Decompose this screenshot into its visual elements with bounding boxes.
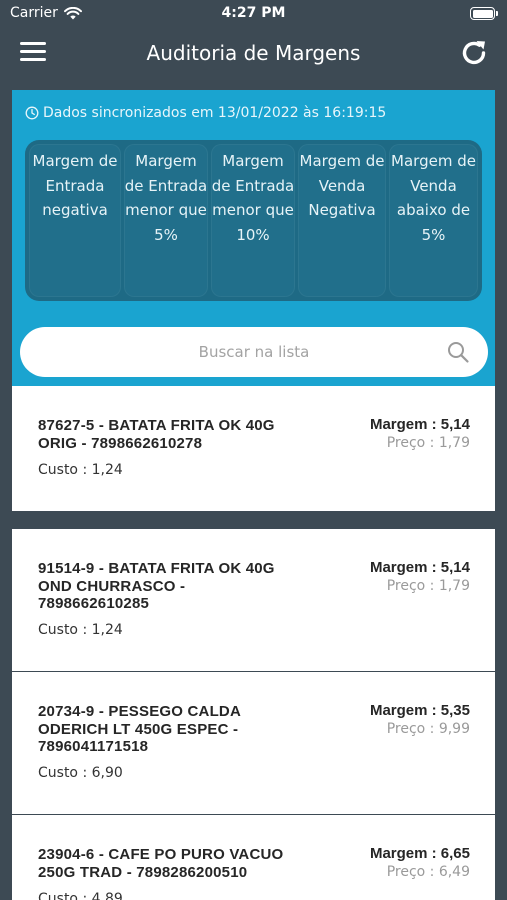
item-margin: Margem : 5,14 <box>369 559 470 576</box>
battery-icon <box>470 7 498 20</box>
page-title: Auditoria de Margens <box>146 41 361 65</box>
item-margin: Margem : 6,65 <box>369 845 470 862</box>
filter-venda-negativa[interactable]: Margem de Venda Negativa <box>298 144 386 297</box>
item-cost: Custo : 4,89 <box>38 891 123 900</box>
list-item[interactable]: 91514-9 - BATATA FRITA OK 40G OND CHURRA… <box>12 529 495 671</box>
sync-text: Dados sincronizados em 13/01/2022 às 16:… <box>43 105 387 121</box>
filter-entrada-negativa[interactable]: Margem de Entrada negativa <box>29 144 121 297</box>
product-list: 87627-5 - BATATA FRITA OK 40G ORIG - 789… <box>12 386 495 900</box>
search-box <box>20 327 488 377</box>
item-name: 91514-9 - BATATA FRITA OK 40G OND CHURRA… <box>38 560 275 612</box>
item-price: Preço : 1,79 <box>386 435 470 451</box>
filter-entrada-menor-10[interactable]: Margem de Entrada menor que 10% <box>211 144 295 297</box>
item-cost: Custo : 1,24 <box>38 622 123 638</box>
item-name: 20734-9 - PESSEGO CALDA ODERICH LT 450G … <box>38 703 241 755</box>
item-name: 87627-5 - BATATA FRITA OK 40G ORIG - 789… <box>38 417 275 452</box>
search-input[interactable] <box>20 327 488 377</box>
refresh-icon[interactable] <box>459 38 489 68</box>
item-price: Preço : 6,49 <box>386 864 470 880</box>
filter-header-panel: Dados sincronizados em 13/01/2022 às 16:… <box>12 90 495 386</box>
filter-entrada-menor-5[interactable]: Margem de Entrada menor que 5% <box>124 144 208 297</box>
list-item[interactable]: 20734-9 - PESSEGO CALDA ODERICH LT 450G … <box>12 672 495 814</box>
item-price: Preço : 9,99 <box>386 721 470 737</box>
status-time: 4:27 PM <box>221 5 286 21</box>
item-cost: Custo : 1,24 <box>38 462 123 478</box>
nav-bar: Auditoria de Margens <box>0 28 507 80</box>
status-bar: Carrier 4:27 PM <box>0 0 507 28</box>
sync-status: Dados sincronizados em 13/01/2022 às 16:… <box>25 105 386 121</box>
list-item[interactable]: 87627-5 - BATATA FRITA OK 40G ORIG - 789… <box>12 386 495 511</box>
item-margin: Margem : 5,14 <box>369 416 470 433</box>
item-price: Preço : 1,79 <box>386 578 470 594</box>
filter-group: Margem de Entrada negativa Margem de Ent… <box>25 140 482 301</box>
filter-venda-abaixo-5[interactable]: Margem de Venda abaixo de 5% <box>389 144 478 297</box>
list-item[interactable]: 23904-6 - CAFE PO PURO VACUO 250G TRAD -… <box>12 815 495 900</box>
search-icon[interactable] <box>446 340 470 364</box>
item-name: 23904-6 - CAFE PO PURO VACUO 250G TRAD -… <box>38 846 284 881</box>
item-cost: Custo : 6,90 <box>38 765 123 781</box>
item-margin: Margem : 5,35 <box>369 702 470 719</box>
clock-icon <box>25 106 39 120</box>
